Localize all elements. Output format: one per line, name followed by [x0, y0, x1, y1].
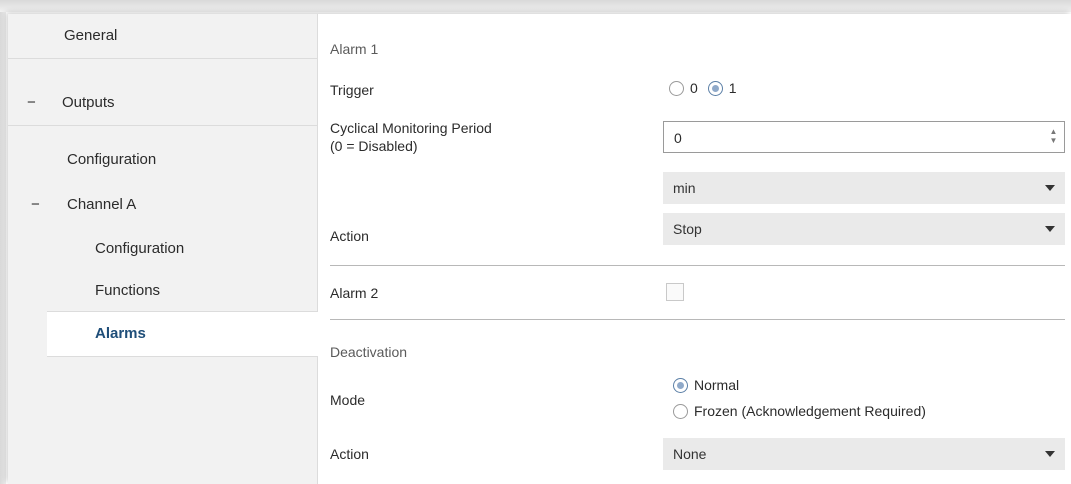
alarm1-action-dropdown[interactable]: Stop	[663, 213, 1065, 245]
collapse-icon[interactable]: −	[27, 81, 36, 125]
period-stepper[interactable]: 0 ▲ ▼	[663, 121, 1065, 153]
alarm1-section-title: Alarm 1	[330, 41, 379, 57]
period-unit-value: min	[673, 180, 696, 196]
stepper-up-icon[interactable]: ▲	[1049, 127, 1058, 136]
sidebar-item-channel-a[interactable]: − Channel A	[8, 183, 317, 227]
period-label: Cyclical Monitoring Period (0 = Disabled…	[330, 119, 492, 155]
sidebar-item-label: General	[64, 27, 118, 44]
sidebar-item-label: Configuration	[95, 240, 185, 257]
window-top-shadow	[0, 0, 1071, 12]
mode-radio-frozen[interactable]	[673, 403, 688, 419]
divider	[330, 265, 1065, 266]
sidebar-nav: General − Outputs Configuration − Channe…	[8, 14, 318, 484]
sidebar-item-outputs-configuration[interactable]: Configuration	[8, 138, 317, 182]
deactivation-section-title: Deactivation	[330, 344, 408, 360]
sidebar-item-label: Functions	[95, 282, 161, 299]
parameter-window: General − Outputs Configuration − Channe…	[8, 14, 1071, 484]
sidebar-item-alarms[interactable]: Alarms	[47, 311, 318, 357]
divider	[330, 319, 1065, 320]
sidebar-item-channel-a-configuration[interactable]: Configuration	[8, 227, 317, 271]
mode-option-label: Frozen (Acknowledgement Required)	[694, 403, 926, 419]
mode-option-label: Normal	[694, 377, 740, 393]
sidebar-item-label: Alarms	[95, 325, 146, 342]
alarm2-checkbox[interactable]	[666, 283, 684, 301]
deactivation-action-value: None	[673, 446, 707, 462]
deactivation-action-label: Action	[330, 446, 369, 462]
sidebar-item-label: Outputs	[62, 94, 115, 111]
sidebar-item-functions[interactable]: Functions	[8, 269, 317, 313]
collapse-icon[interactable]: −	[31, 183, 40, 227]
trigger-radio-1[interactable]	[707, 80, 723, 96]
alarm2-label: Alarm 2	[330, 285, 379, 301]
period-value: 0	[674, 130, 682, 146]
alarm1-action-value: Stop	[673, 221, 702, 237]
trigger-label: Trigger	[330, 82, 374, 98]
stepper-arrows: ▲ ▼	[1049, 127, 1058, 147]
period-unit-dropdown[interactable]: min	[663, 172, 1065, 204]
window-left-shadow	[0, 12, 6, 484]
stepper-down-icon[interactable]: ▼	[1049, 136, 1058, 145]
sidebar-item-general[interactable]: General	[8, 14, 317, 59]
trigger-option-label: 1	[728, 80, 737, 96]
deactivation-action-dropdown[interactable]: None	[663, 438, 1065, 470]
mode-option-normal[interactable]: Normal	[673, 377, 749, 393]
trigger-option-label: 0	[690, 80, 698, 96]
parameter-panel: Alarm 1 Trigger 0 1 Cyclical Monitoring …	[318, 14, 1071, 484]
chevron-down-icon	[1045, 451, 1055, 457]
trigger-radio-group: 0 1	[669, 80, 747, 96]
mode-radio-normal[interactable]	[673, 377, 688, 393]
chevron-down-icon	[1045, 185, 1055, 191]
trigger-radio-0[interactable]	[669, 80, 684, 96]
period-label-line2: (0 = Disabled)	[330, 138, 418, 154]
alarm1-action-label: Action	[330, 228, 369, 244]
period-label-line1: Cyclical Monitoring Period	[330, 120, 492, 136]
sidebar-item-outputs[interactable]: − Outputs	[8, 81, 317, 126]
mode-label: Mode	[330, 392, 366, 408]
chevron-down-icon	[1045, 226, 1055, 232]
sidebar-item-label: Channel A	[67, 196, 137, 213]
sidebar-item-label: Configuration	[67, 151, 157, 168]
mode-option-frozen[interactable]: Frozen (Acknowledgement Required)	[673, 403, 936, 419]
